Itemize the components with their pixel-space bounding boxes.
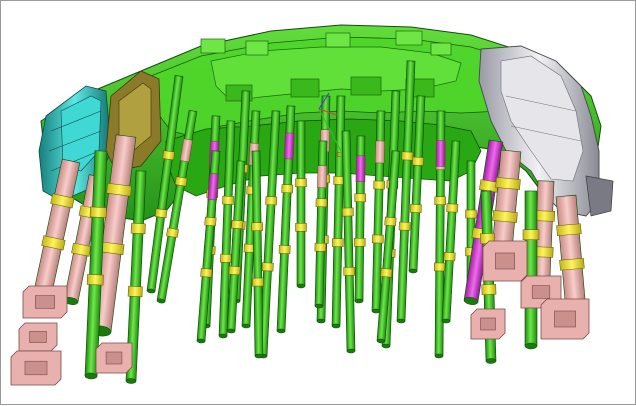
lifter-base-block[interactable] [95, 342, 133, 374]
ejector-pin[interactable] [295, 120, 307, 289]
lifter-base-block[interactable] [10, 350, 62, 386]
lifter-base-block[interactable] [18, 322, 58, 352]
lifter-base-block[interactable] [22, 285, 68, 319]
lifter-base-block[interactable] [540, 298, 590, 340]
lifter-base-block[interactable] [470, 308, 506, 340]
mold-assembly-3d-view[interactable]: c [1, 1, 636, 406]
lifter-base-block[interactable] [482, 240, 528, 282]
cad-viewport[interactable]: c [0, 0, 636, 405]
axis-marker-label: c [336, 150, 341, 160]
